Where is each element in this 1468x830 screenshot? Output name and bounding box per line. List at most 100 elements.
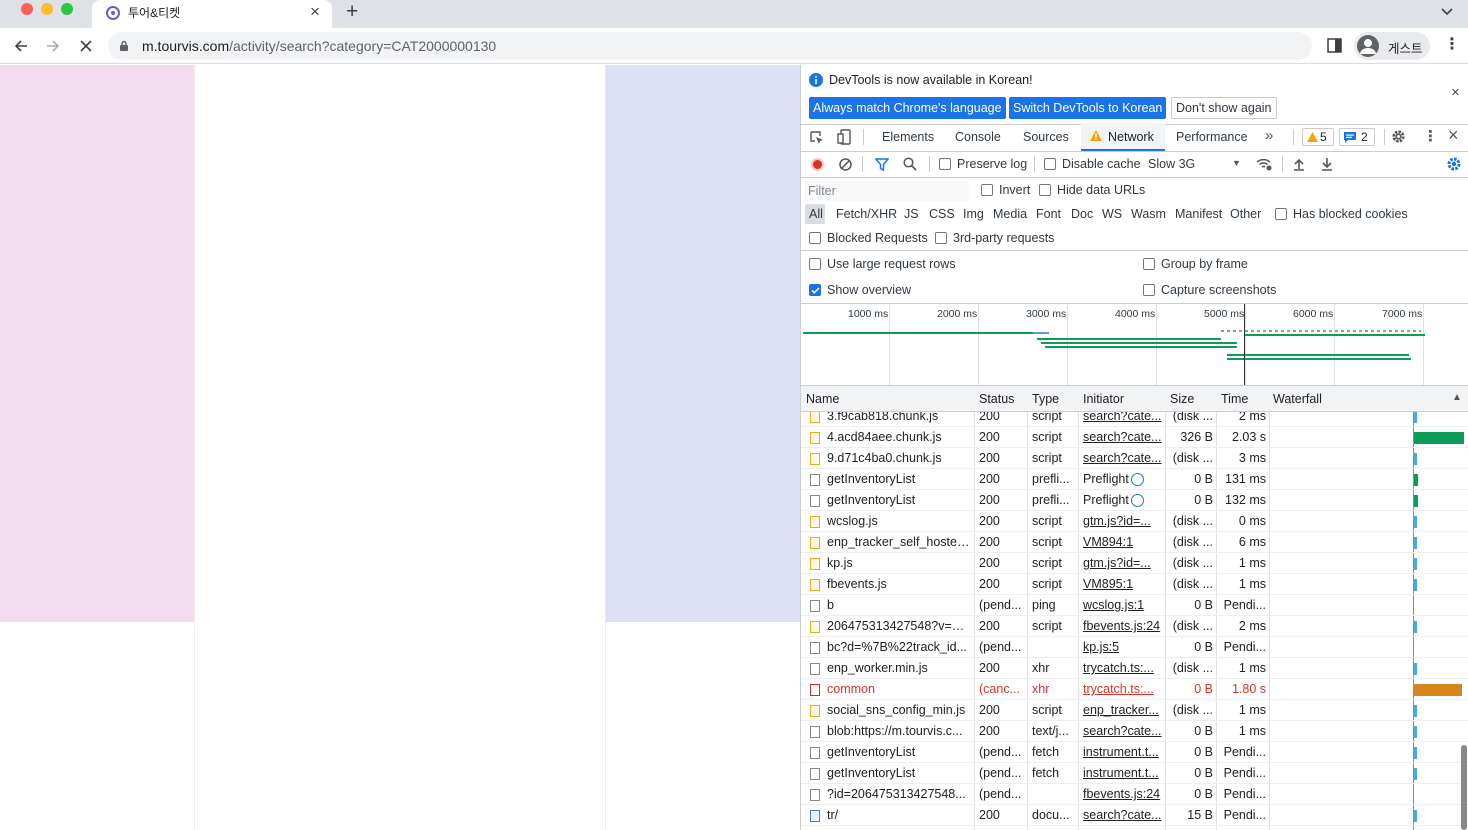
new-tab-button[interactable]: + xyxy=(346,0,358,24)
tab-elements[interactable]: Elements xyxy=(882,130,934,144)
request-initiator[interactable]: trycatch.ts:... xyxy=(1083,661,1163,675)
table-row[interactable]: getInventoryList 200 prefli... Preflight 0 B… xyxy=(801,490,1468,511)
tab-performance[interactable]: Performance xyxy=(1176,130,1248,144)
warnings-badge[interactable]: 5 xyxy=(1302,128,1334,146)
export-har-icon[interactable] xyxy=(1321,157,1333,171)
type-filter-other[interactable]: Other xyxy=(1230,207,1261,221)
table-row[interactable]: social_sns_config_min.js 200 script enp_tra… xyxy=(801,700,1468,721)
request-name[interactable]: bc?d=%7B%22track_id... xyxy=(827,640,971,654)
request-initiator[interactable]: VM895:1 xyxy=(1083,577,1163,591)
request-name[interactable]: wcslog.js xyxy=(827,514,971,528)
table-row[interactable]: wcslog.js 200 script gtm.js?id=... (disk ...… xyxy=(801,511,1468,532)
request-name[interactable]: b xyxy=(827,598,971,612)
request-initiator[interactable]: instrument.t... xyxy=(1083,766,1163,780)
table-row[interactable]: 4.acd84aee.chunk.js 200 script search?cate.… xyxy=(801,427,1468,448)
table-row[interactable]: 3.f9cab818.chunk.js 200 script search?cate.… xyxy=(801,412,1468,427)
lock-icon[interactable] xyxy=(119,40,129,52)
tab-sources[interactable]: Sources xyxy=(1023,130,1069,144)
disable-cache-checkbox[interactable] xyxy=(1044,158,1056,170)
type-filter-img[interactable]: Img xyxy=(963,207,984,221)
request-name[interactable]: common xyxy=(827,682,971,696)
table-row[interactable]: 9.d71c4ba0.chunk.js 200 script search?cate.… xyxy=(801,448,1468,469)
filter-icon[interactable] xyxy=(875,158,889,171)
table-row[interactable]: 206475313427548?v=2.... 200 script fbevents… xyxy=(801,616,1468,637)
request-name[interactable]: fbevents.js xyxy=(827,577,971,591)
invert-checkbox[interactable] xyxy=(981,184,993,196)
table-row[interactable]: ?id=206475313427548... (pend... fbevents.j… xyxy=(801,784,1468,805)
tab-console[interactable]: Console xyxy=(955,130,1001,144)
type-filter-media[interactable]: Media xyxy=(993,207,1027,221)
network-request-list[interactable]: 3.f9cab818.chunk.js 200 script search?cate.… xyxy=(801,412,1468,830)
settings-gear-icon[interactable] xyxy=(1391,129,1406,144)
tab-close-icon[interactable]: × xyxy=(310,2,320,22)
infobar-close-icon[interactable]: × xyxy=(1451,84,1460,101)
scrollbar-thumb[interactable] xyxy=(1461,745,1467,830)
column-status[interactable]: Status xyxy=(979,392,1014,406)
type-filter-manifest[interactable]: Manifest xyxy=(1175,207,1222,221)
type-filter-fetch-xhr[interactable]: Fetch/XHR xyxy=(836,207,897,221)
column-waterfall[interactable]: Waterfall xyxy=(1273,392,1322,406)
back-arrow-icon[interactable] xyxy=(13,38,29,54)
import-har-icon[interactable] xyxy=(1293,157,1305,171)
request-name[interactable]: kp.js xyxy=(827,556,971,570)
table-row[interactable]: kp.js 200 script gtm.js?id=... (disk ... 1 ms xyxy=(801,553,1468,574)
browser-tab[interactable]: 투어&티켓 × xyxy=(92,0,332,28)
side-panel-icon[interactable] xyxy=(1327,38,1342,53)
dont-show-again-button[interactable]: Don't show again xyxy=(1171,97,1277,119)
forward-arrow-icon[interactable] xyxy=(45,38,61,54)
request-initiator[interactable]: wcslog.js:1 xyxy=(1083,598,1163,612)
search-icon[interactable] xyxy=(903,157,917,171)
table-row[interactable]: getInventoryList (pend... fetch instrument.… xyxy=(801,763,1468,784)
request-name[interactable]: getInventoryList xyxy=(827,745,971,759)
request-name[interactable]: enp_worker.min.js xyxy=(827,661,971,675)
request-name[interactable]: 9.d71c4ba0.chunk.js xyxy=(827,451,971,465)
type-filter-wasm[interactable]: Wasm xyxy=(1131,207,1166,221)
request-initiator[interactable]: kp.js:5 xyxy=(1083,640,1163,654)
type-filter-doc[interactable]: Doc xyxy=(1071,207,1093,221)
throttling-select[interactable]: Slow 3G xyxy=(1148,157,1195,171)
request-initiator[interactable]: instrument.t... xyxy=(1083,745,1163,759)
request-initiator[interactable]: gtm.js?id=... xyxy=(1083,556,1163,570)
column-time[interactable]: Time xyxy=(1221,392,1248,406)
request-name[interactable]: ?id=206475313427548... xyxy=(827,787,971,801)
column-size[interactable]: Size xyxy=(1170,392,1194,406)
table-row[interactable]: tr/200 docu... search?cate... 15 B Pendi... xyxy=(801,805,1468,826)
request-name[interactable]: getInventoryList xyxy=(827,472,971,486)
request-initiator[interactable]: Preflight xyxy=(1083,493,1163,507)
table-row[interactable]: fbevents.js 200 script VM895:1 (disk ... 1 ms xyxy=(801,574,1468,595)
request-name[interactable]: enp_tracker_self_hosted... xyxy=(827,535,971,549)
zoom-window-button[interactable] xyxy=(61,3,73,15)
group-by-frame-checkbox[interactable] xyxy=(1143,258,1155,270)
close-devtools-icon[interactable]: × xyxy=(1448,125,1459,146)
request-initiator[interactable]: search?cate... xyxy=(1083,451,1163,465)
type-filter-js[interactable]: JS xyxy=(904,207,919,221)
third-party-checkbox[interactable] xyxy=(935,232,947,244)
close-window-button[interactable] xyxy=(21,3,33,15)
devtools-menu-icon[interactable]: ⋮ xyxy=(1423,127,1438,145)
request-name[interactable]: tr/ xyxy=(827,808,971,822)
filter-input[interactable]: Filter xyxy=(805,181,969,201)
request-initiator[interactable]: search?cate... xyxy=(1083,430,1163,444)
request-initiator[interactable]: search?cate... xyxy=(1083,724,1163,738)
switch-to-korean-button[interactable]: Switch DevTools to Korean xyxy=(1009,97,1167,119)
has-blocked-cookies-checkbox[interactable] xyxy=(1275,208,1287,220)
request-initiator[interactable]: gtm.js?id=... xyxy=(1083,514,1163,528)
table-row[interactable]: bc?d=%7B%22track_id... (pend... kp.js:5 0 B… xyxy=(801,637,1468,658)
table-row[interactable]: getInventoryList 200 prefli... Preflight 0 B… xyxy=(801,469,1468,490)
tab-search-chevron-down-icon[interactable] xyxy=(1441,8,1453,16)
column-name[interactable]: Name xyxy=(806,392,839,406)
request-name[interactable]: blob:https://m.tourvis.c... xyxy=(827,724,971,738)
throttling-dropdown-icon[interactable]: ▼ xyxy=(1232,158,1241,168)
request-name[interactable]: getInventoryList xyxy=(827,766,971,780)
column-type[interactable]: Type xyxy=(1032,392,1059,406)
url-text[interactable]: m.tourvis.com/activity/search?category=C… xyxy=(142,38,496,54)
request-name[interactable]: 3.f9cab818.chunk.js xyxy=(827,412,971,423)
table-row[interactable]: enp_tracker_self_hosted... 200 script VM894… xyxy=(801,532,1468,553)
request-initiator[interactable]: Preflight xyxy=(1083,472,1163,486)
request-initiator[interactable]: VM894:1 xyxy=(1083,535,1163,549)
request-name[interactable]: social_sns_config_min.js xyxy=(827,703,971,717)
request-name[interactable]: 206475313427548?v=2.... xyxy=(827,619,971,633)
preflight-link-icon[interactable] xyxy=(1131,473,1144,486)
type-filter-css[interactable]: CSS xyxy=(929,207,955,221)
network-conditions-wifi-icon[interactable] xyxy=(1256,157,1272,171)
